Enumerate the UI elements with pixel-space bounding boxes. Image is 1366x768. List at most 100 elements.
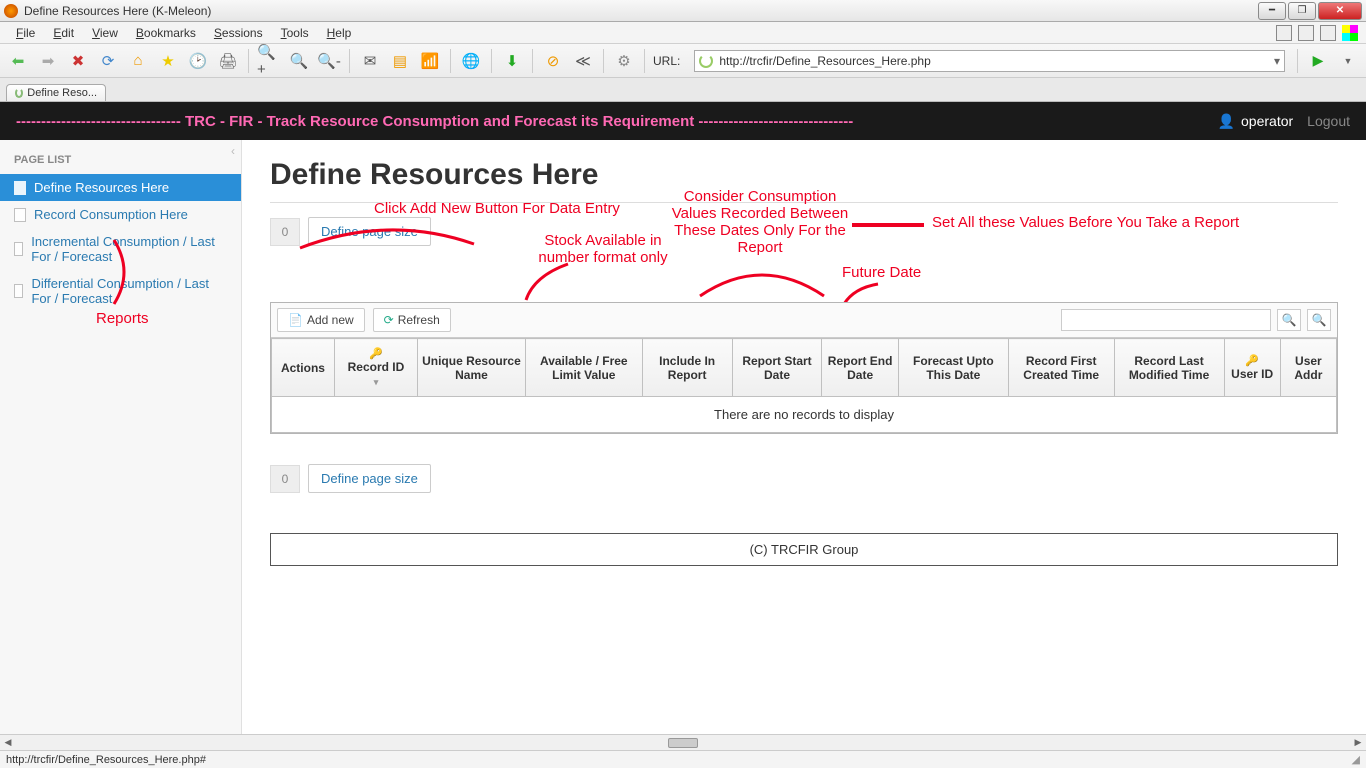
sort-icon: ▾	[374, 377, 379, 387]
col-user-addr[interactable]: User Addr	[1280, 339, 1336, 397]
toolbar-misc-icon-3[interactable]	[1320, 25, 1336, 41]
url-input[interactable]: http://trcfir/Define_Resources_Here.php …	[694, 50, 1285, 72]
color-block-icon[interactable]	[1342, 25, 1358, 41]
user-icon: 👤	[1218, 113, 1235, 130]
home-button[interactable]: ⌂	[126, 49, 150, 73]
browser-toolbar: ⬅ ➡ ✖ ⟳ ⌂ ★ 🕑 🖨 🔍+ 🔍 🔍- ✉ ▤ 📶 🌐 ⬇ ⊘ ≪ ⚙ …	[0, 44, 1366, 78]
define-page-size-button[interactable]: Define page size	[308, 217, 431, 246]
share-button[interactable]: ≪	[571, 49, 595, 73]
status-bar: http://trcfir/Define_Resources_Here.php#…	[0, 750, 1366, 768]
table-header-row: Actions 🔑Record ID▾ Unique Resource Name…	[272, 339, 1337, 397]
user-chip[interactable]: 👤 operator	[1218, 113, 1294, 130]
window-close-button[interactable]	[1318, 2, 1362, 20]
app-header: --------------------------------- TRC - …	[0, 102, 1366, 140]
scroll-left-arrow[interactable]: ◀	[0, 736, 16, 750]
menubar: File Edit View Bookmarks Sessions Tools …	[0, 22, 1366, 44]
forward-button[interactable]: ➡	[36, 49, 60, 73]
document-icon	[14, 181, 26, 195]
sidebar-collapse-button[interactable]: ‹	[231, 144, 235, 158]
sidebar-item-incremental[interactable]: Incremental Consumption / Last For / For…	[0, 228, 241, 270]
url-label: URL:	[653, 54, 680, 68]
stop-button[interactable]: ✖	[66, 49, 90, 73]
col-include-report[interactable]: Include In Report	[642, 339, 732, 397]
globe-button[interactable]: 🌐	[459, 49, 483, 73]
url-text: http://trcfir/Define_Resources_Here.php	[719, 54, 930, 68]
data-table: 📄Add new ⟳Refresh 🔍 🔍 Actions �	[270, 302, 1338, 434]
content-area: Define Resources Here Click Add New Butt…	[242, 140, 1366, 734]
menu-file[interactable]: File	[8, 24, 43, 42]
resize-grip-icon[interactable]: ◢	[1352, 753, 1360, 766]
col-available[interactable]: Available / Free Limit Value	[525, 339, 642, 397]
sidebar-item-differential[interactable]: Differential Consumption / Last For / Fo…	[0, 270, 241, 312]
logout-link[interactable]: Logout	[1307, 113, 1350, 129]
refresh-icon: ⟳	[384, 313, 394, 327]
window-minimize-button[interactable]	[1258, 2, 1286, 20]
mail-button[interactable]: ✉	[358, 49, 382, 73]
sidebar-heading: PAGE LIST	[0, 150, 241, 174]
col-start-date[interactable]: Report Start Date	[732, 339, 822, 397]
status-text: http://trcfir/Define_Resources_Here.php#	[6, 754, 206, 766]
sidebar: ‹ PAGE LIST Define Resources Here Record…	[0, 140, 242, 734]
col-user-id[interactable]: 🔑User ID	[1224, 339, 1280, 397]
search-input[interactable]	[1061, 309, 1271, 331]
record-count: 0	[270, 218, 300, 246]
menu-help[interactable]: Help	[319, 24, 360, 42]
tab-label: Define Reso...	[27, 87, 97, 99]
copyright-footer: (C) TRCFIR Group	[270, 533, 1338, 566]
scroll-thumb[interactable]	[668, 738, 698, 748]
toolbar-misc-icon-1[interactable]	[1276, 25, 1292, 41]
window-titlebar: Define Resources Here (K-Meleon)	[0, 0, 1366, 22]
rss-button[interactable]: 📶	[418, 49, 442, 73]
document-icon	[14, 284, 23, 298]
browser-tab[interactable]: Define Reso...	[6, 84, 106, 101]
sidebar-item-define-resources[interactable]: Define Resources Here	[0, 174, 241, 201]
col-record-id[interactable]: 🔑Record ID▾	[334, 339, 417, 397]
browser-icon	[4, 4, 18, 18]
menu-sessions[interactable]: Sessions	[206, 24, 271, 42]
reload-button[interactable]: ⟳	[96, 49, 120, 73]
record-count-bottom: 0	[270, 465, 300, 493]
window-maximize-button[interactable]	[1288, 2, 1316, 20]
col-end-date[interactable]: Report End Date	[822, 339, 898, 397]
col-resource-name[interactable]: Unique Resource Name	[418, 339, 526, 397]
history-button[interactable]: 🕑	[186, 49, 210, 73]
search-button[interactable]: 🔍	[1277, 309, 1301, 331]
no-records-message: There are no records to display	[271, 397, 1337, 433]
scroll-right-arrow[interactable]: ▶	[1350, 736, 1366, 750]
zoom-in-button[interactable]: 🔍+	[257, 49, 281, 73]
print-button[interactable]: 🖨	[216, 49, 240, 73]
annotation-reports: Reports	[96, 310, 149, 327]
go-button[interactable]: ▶	[1306, 49, 1330, 73]
sidebar-item-label: Incremental Consumption / Last For / For…	[31, 234, 227, 264]
back-button[interactable]: ⬅	[6, 49, 30, 73]
col-actions[interactable]: Actions	[272, 339, 335, 397]
sidebar-item-label: Record Consumption Here	[34, 207, 188, 222]
menu-view[interactable]: View	[84, 24, 126, 42]
add-new-button[interactable]: 📄Add new	[277, 308, 365, 332]
menu-edit[interactable]: Edit	[45, 24, 82, 42]
notes-button[interactable]: ▤	[388, 49, 412, 73]
sidebar-item-record-consumption[interactable]: Record Consumption Here	[0, 201, 241, 228]
refresh-button[interactable]: ⟳Refresh	[373, 308, 451, 332]
username-label: operator	[1241, 113, 1293, 129]
horizontal-scrollbar[interactable]: ◀ ▶	[0, 734, 1366, 750]
col-created-time[interactable]: Record First Created Time	[1008, 339, 1114, 397]
menu-tools[interactable]: Tools	[273, 24, 317, 42]
menu-bookmarks[interactable]: Bookmarks	[128, 24, 204, 42]
tab-strip: Define Reso...	[0, 78, 1366, 102]
key-icon: 🔑	[1229, 354, 1276, 367]
go-dropdown[interactable]: ▼	[1336, 49, 1360, 73]
advanced-search-button[interactable]: 🔍	[1307, 309, 1331, 331]
col-forecast-date[interactable]: Forecast Upto This Date	[898, 339, 1008, 397]
define-page-size-button-bottom[interactable]: Define page size	[308, 464, 431, 493]
zoom-out-button[interactable]: 🔍-	[317, 49, 341, 73]
favorites-button[interactable]: ★	[156, 49, 180, 73]
settings-button[interactable]: ⚙	[612, 49, 636, 73]
block-button[interactable]: ⊘	[541, 49, 565, 73]
sidebar-item-label: Define Resources Here	[34, 180, 169, 195]
col-modified-time[interactable]: Record Last Modified Time	[1114, 339, 1224, 397]
download-button[interactable]: ⬇	[500, 49, 524, 73]
zoom-reset-button[interactable]: 🔍	[287, 49, 311, 73]
toolbar-misc-icon-2[interactable]	[1298, 25, 1314, 41]
page-title: Define Resources Here	[270, 158, 1338, 192]
